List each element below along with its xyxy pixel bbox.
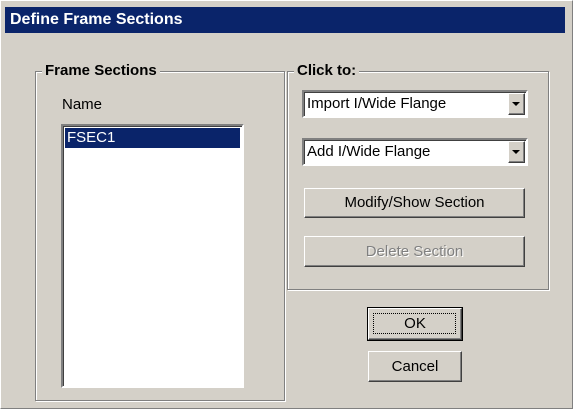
click-to-legend: Click to: [294,62,360,80]
click-to-group: Click to: Import I/Wide Flange Add I/Wid… [287,62,549,290]
import-section-select-value: Import I/Wide Flange [307,95,447,112]
title-bar[interactable]: Define Frame Sections [5,7,565,33]
dialog-window: Define Frame Sections Frame Sections Nam… [0,0,573,409]
frame-sections-group: Frame Sections Name FSEC1 [35,62,285,401]
delete-section-button[interactable]: Delete Section [304,236,525,267]
list-item[interactable]: FSEC1 [65,128,240,148]
focus-rectangle [373,313,456,334]
frame-sections-list[interactable]: FSEC1 [61,124,244,388]
add-section-select[interactable]: Add I/Wide Flange [302,138,528,166]
import-section-select[interactable]: Import I/Wide Flange [302,90,528,118]
chevron-down-icon[interactable] [508,93,525,115]
frame-sections-legend: Frame Sections [42,62,160,80]
window-title: Define Frame Sections [10,11,183,28]
cancel-button[interactable]: Cancel [368,351,462,382]
name-label: Name [62,96,103,113]
ok-button[interactable]: OK [367,307,463,341]
modify-show-section-button[interactable]: Modify/Show Section [304,188,525,218]
chevron-down-icon[interactable] [508,141,525,163]
add-section-select-value: Add I/Wide Flange [307,143,431,160]
